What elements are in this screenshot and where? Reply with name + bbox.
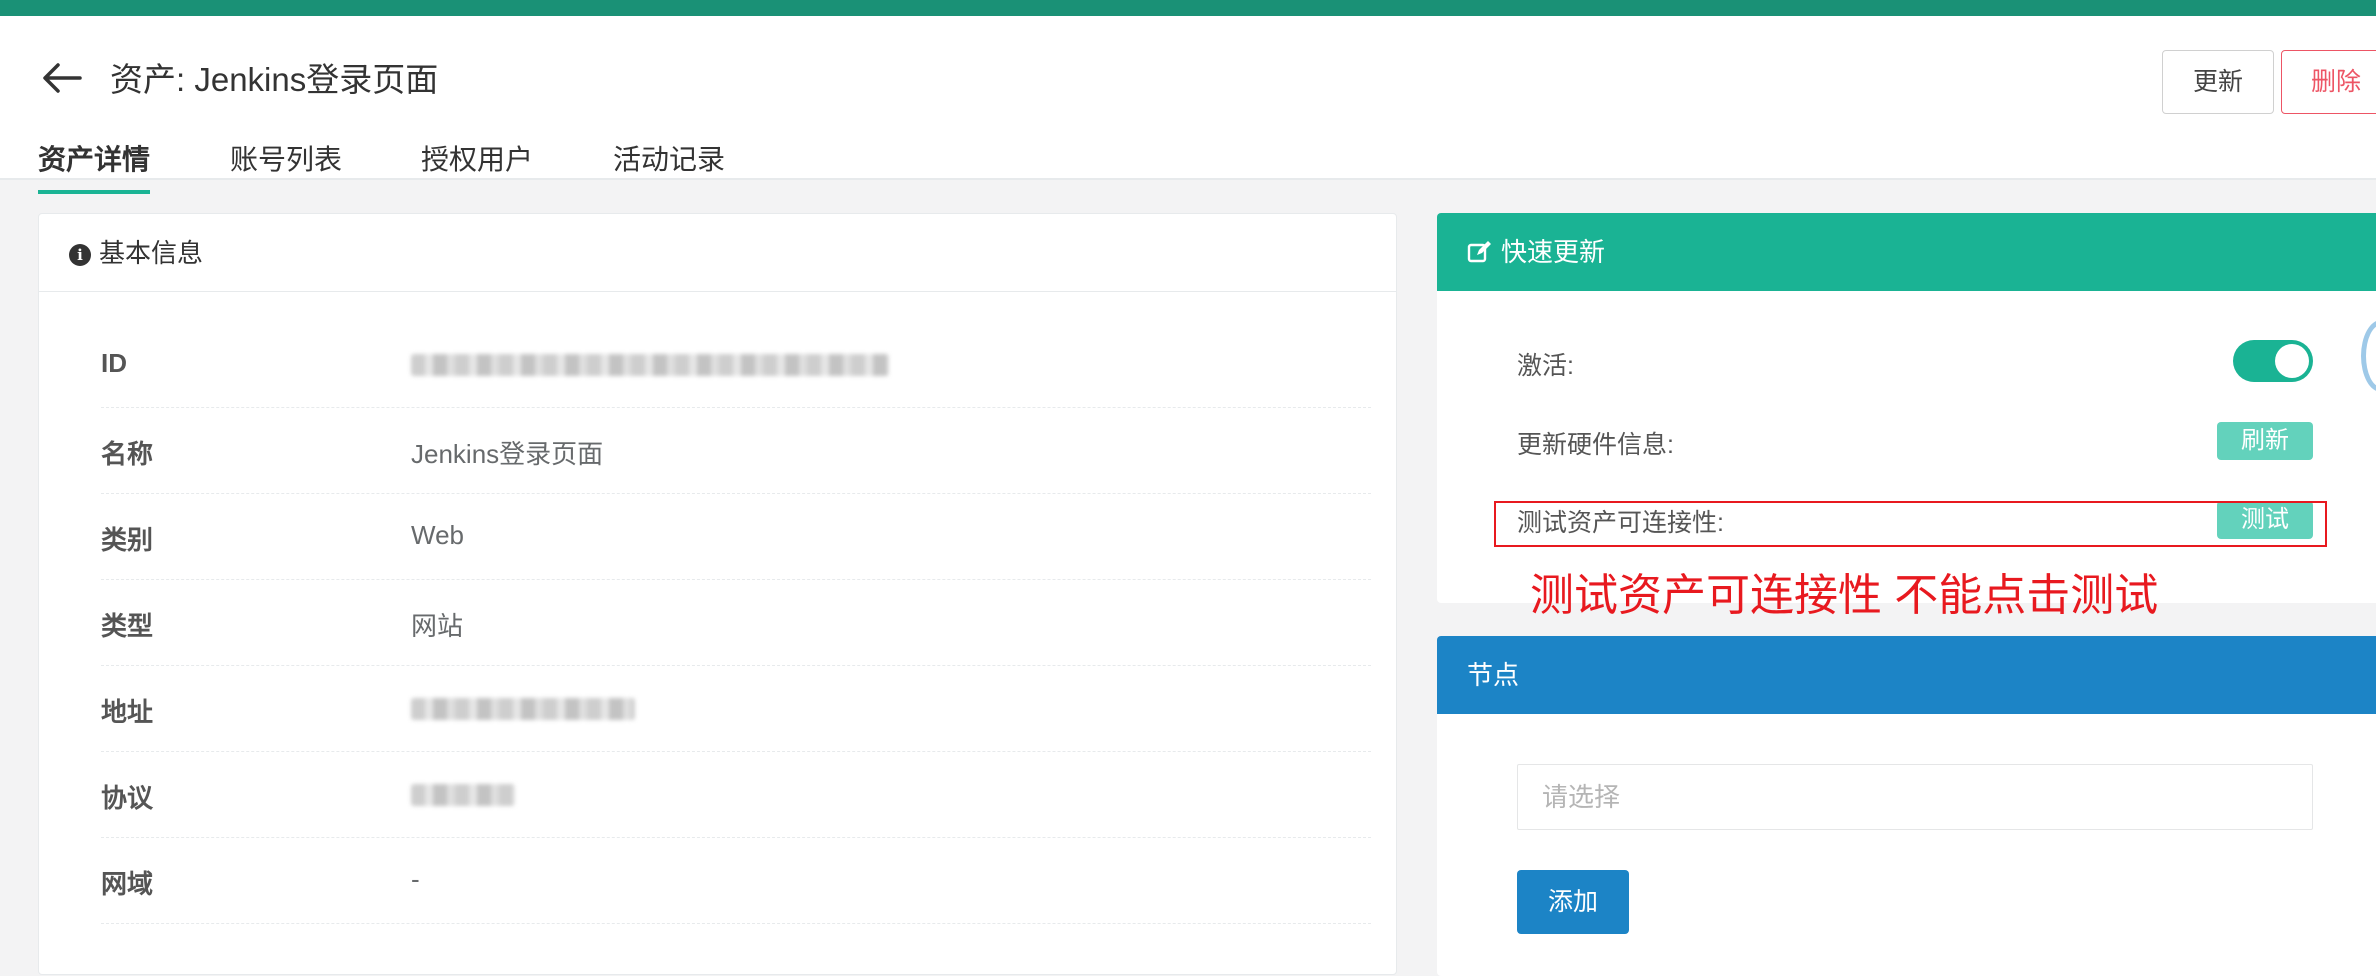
- info-row-category: 类别 Web: [101, 494, 1371, 580]
- update-button[interactable]: 更新: [2162, 50, 2274, 114]
- nodes-title: 节点: [1437, 636, 2376, 714]
- page-title: 资产: Jenkins登录页面: [110, 61, 439, 98]
- refresh-button[interactable]: 刷新: [2217, 422, 2313, 460]
- basic-info-title: i 基本信息: [39, 214, 1396, 292]
- basic-info-title-text: 基本信息: [99, 238, 204, 268]
- row-label: 类型: [101, 611, 154, 641]
- redacted-value: [411, 354, 889, 376]
- active-toggle[interactable]: [2233, 340, 2313, 382]
- edit-icon: [1467, 241, 1491, 263]
- info-row-protocol: 协议: [101, 752, 1371, 838]
- row-value: -: [411, 864, 420, 894]
- tab-activity-log[interactable]: 活动记录: [613, 138, 725, 194]
- active-label: 激活:: [1517, 352, 1574, 380]
- info-icon: i: [69, 244, 91, 266]
- back-arrow-icon[interactable]: [40, 60, 84, 96]
- row-value: Jenkins登录页面: [411, 439, 604, 469]
- redacted-value: [411, 784, 515, 806]
- info-row-id: ID: [101, 322, 1371, 408]
- toggle-knob: [2275, 344, 2309, 378]
- tab-authorized-users[interactable]: 授权用户: [421, 138, 533, 194]
- info-row-domain: 网域 -: [101, 838, 1371, 924]
- add-node-button[interactable]: 添加: [1517, 870, 1629, 934]
- tab-account-list[interactable]: 账号列表: [230, 138, 342, 194]
- row-label: 地址: [101, 697, 154, 727]
- redacted-value: [411, 698, 635, 720]
- quick-update-title-text: 快速更新: [1501, 237, 1606, 267]
- tab-asset-detail[interactable]: 资产详情: [38, 138, 151, 194]
- hardware-label: 更新硬件信息:: [1517, 431, 1674, 459]
- row-label: 名称: [101, 439, 154, 469]
- annotation-text: 测试资产可连接性 不能点击测试: [1530, 571, 2159, 620]
- info-row-name: 名称 Jenkins登录页面: [101, 408, 1371, 494]
- node-select-input[interactable]: 请选择: [1517, 764, 2313, 830]
- delete-button[interactable]: 删除: [2281, 50, 2376, 114]
- row-label: 类别: [101, 525, 154, 555]
- annotation-highlight-box: [1494, 501, 2327, 547]
- quick-update-title: 快速更新: [1437, 213, 2376, 291]
- page-header: 资产: Jenkins登录页面 更新 删除 资产详情 账号列表 授权用户 活动记…: [0, 16, 2376, 194]
- row-value: 网站: [411, 611, 464, 641]
- row-label: ID: [101, 348, 127, 378]
- row-label: 网域: [101, 869, 154, 899]
- nodes-card: 节点 请选择 添加: [1437, 636, 2376, 976]
- top-bar: [0, 0, 2376, 16]
- info-row-address: 地址: [101, 666, 1371, 752]
- row-value: Web: [411, 520, 464, 550]
- row-label: 协议: [101, 783, 154, 813]
- basic-info-card: i 基本信息 ID 名称 Jenkins登录页面 类别 Web 类型 网站 地址 …: [38, 213, 1397, 975]
- info-row-type: 类型 网站: [101, 580, 1371, 666]
